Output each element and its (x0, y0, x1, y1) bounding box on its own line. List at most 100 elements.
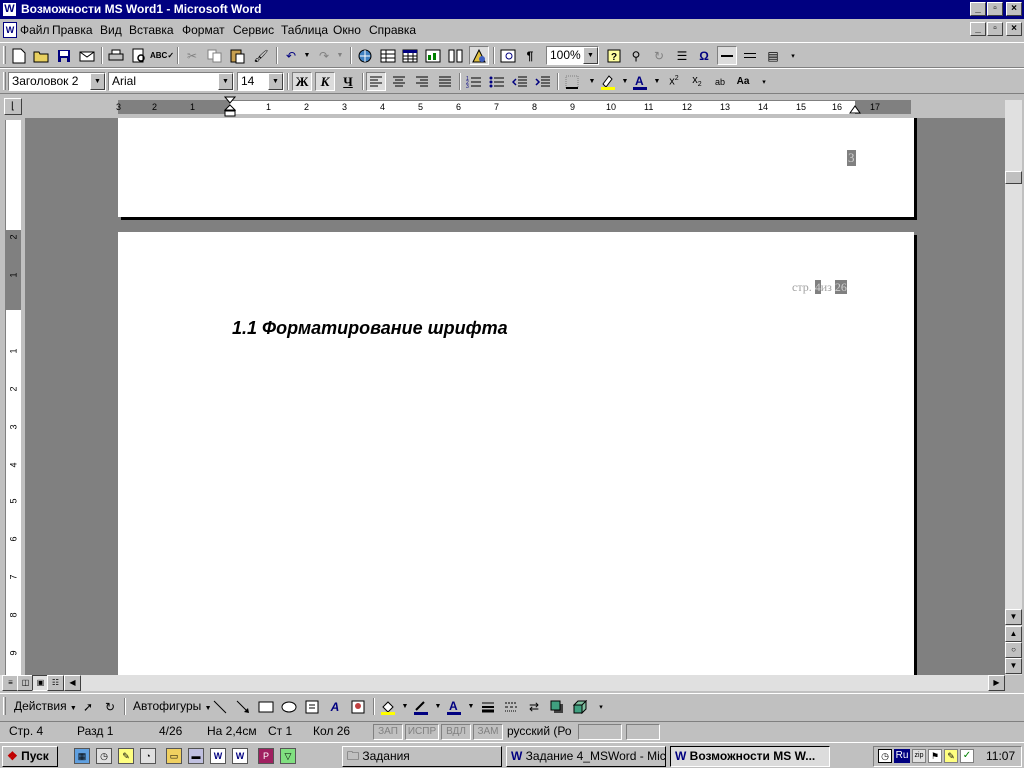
outline-view-icon[interactable]: ☷ (47, 675, 64, 691)
scroll-left-arrow-icon[interactable]: ◀ (64, 675, 81, 691)
web-hyperlink-icon[interactable] (355, 46, 375, 65)
menu-insert[interactable]: Вставка (129, 23, 174, 37)
shadow-icon[interactable] (547, 697, 567, 716)
scroll-down-arrow-icon[interactable]: ▼ (1005, 609, 1022, 625)
bold-button[interactable]: Ж (292, 72, 312, 91)
restore-button[interactable]: ▫ (987, 2, 1003, 16)
insert-rows-icon[interactable]: ☰ (672, 46, 692, 65)
quicklaunch-clock-icon[interactable]: ◷ (96, 748, 112, 764)
align-right-icon[interactable] (412, 72, 432, 91)
word-app-icon[interactable]: W (2, 2, 17, 17)
select-objects-icon[interactable]: ➚ (78, 697, 98, 716)
font-select[interactable]: Arial ▼ (108, 72, 234, 91)
menu-format[interactable]: Формат (182, 23, 225, 37)
double-line-icon[interactable] (740, 46, 760, 65)
title-bar[interactable]: W Возможности MS Word1 - Microsoft Word … (0, 0, 1024, 19)
tray-edit-icon[interactable]: ✎ (944, 749, 958, 763)
rectangle-tool-icon[interactable] (256, 697, 276, 716)
line-tool-icon[interactable] (210, 697, 230, 716)
free-rotate-icon[interactable]: ↻ (100, 697, 120, 716)
numbered-list-icon[interactable]: 123 (464, 72, 484, 91)
copy-icon[interactable] (205, 46, 225, 65)
menu-edit[interactable]: Правка (52, 23, 93, 37)
phonetic-guide-icon[interactable]: ab (710, 72, 730, 91)
menu-file[interactable]: Файл (20, 23, 50, 37)
vertical-ruler[interactable]: 2 1 1 2 3 4 5 6 7 8 9 (5, 120, 21, 676)
quicklaunch-desktop-icon[interactable]: ▦ (74, 748, 90, 764)
indent-marker-icon[interactable] (224, 96, 236, 118)
tab-selector-icon[interactable]: ⌊ (4, 98, 22, 115)
paste-icon[interactable] (228, 46, 248, 65)
menu-help[interactable]: Справка (369, 23, 416, 37)
chevron-down-icon[interactable]: ▼ (218, 73, 233, 90)
scroll-right-arrow-icon[interactable]: ▶ (988, 675, 1005, 691)
quicklaunch-filter-icon[interactable]: ▽ (280, 748, 296, 764)
current-page[interactable]: стр. 4из 26 1.1 Форматирование шрифта (118, 232, 914, 675)
toolbar-options-icon[interactable]: ▾ (783, 46, 803, 65)
start-button[interactable]: ❖ Пуск (2, 746, 58, 767)
quicklaunch-powerpoint-icon[interactable]: P (258, 748, 274, 764)
task-folder[interactable]: 🗀 Задания (342, 746, 502, 767)
print-preview-icon[interactable] (129, 46, 149, 65)
tables-borders-icon[interactable] (378, 46, 398, 65)
chevron-down-icon[interactable]: ▼ (583, 47, 598, 64)
tray-clock-icon[interactable]: ◷ (878, 749, 892, 763)
menu-tools[interactable]: Сервис (233, 23, 274, 37)
quicklaunch-word-icon[interactable]: W (210, 748, 226, 764)
save-icon[interactable] (54, 46, 74, 65)
text-box-icon[interactable] (302, 697, 322, 716)
actions-menu[interactable]: Действия ▼ (14, 699, 77, 713)
insert-table-icon[interactable] (400, 46, 420, 65)
clock[interactable]: 11:07 (986, 749, 1015, 763)
drawing-toggle-icon[interactable] (469, 46, 489, 65)
repeat-icon[interactable]: ↻ (649, 46, 669, 65)
autoshapes-menu[interactable]: Автофигуры ▼ (133, 699, 212, 713)
close-button[interactable]: × (1006, 2, 1022, 16)
align-center-icon[interactable] (389, 72, 409, 91)
align-left-icon[interactable] (366, 72, 386, 91)
font-size-select[interactable]: 14 ▼ (237, 72, 284, 91)
task-word-assignment[interactable]: W Задание 4_MSWord - Mic... (506, 746, 666, 767)
doc-restore-button[interactable]: ▫ (987, 22, 1003, 36)
print-icon[interactable] (106, 46, 126, 65)
list-columns-icon[interactable]: ▤ (763, 46, 783, 65)
cut-icon[interactable]: ✂ (182, 46, 202, 65)
increase-indent-icon[interactable] (533, 72, 553, 91)
previous-page[interactable]: 3 (118, 118, 914, 217)
decrease-indent-icon[interactable] (510, 72, 530, 91)
insert-excel-icon[interactable] (423, 46, 443, 65)
wordart-icon[interactable]: A (325, 697, 345, 716)
new-document-icon[interactable] (9, 46, 29, 65)
document-icon[interactable]: W (3, 22, 17, 38)
oval-tool-icon[interactable] (279, 697, 299, 716)
toolbar-grip[interactable] (3, 72, 6, 90)
style-select[interactable]: Заголовок 2 ▼ (8, 72, 106, 91)
document-map-icon[interactable] (498, 46, 518, 65)
justify-icon[interactable] (435, 72, 455, 91)
menu-view[interactable]: Вид (100, 23, 122, 37)
right-indent-marker-icon[interactable] (849, 104, 861, 114)
help-icon[interactable]: ? (604, 46, 624, 65)
find-binoculars-icon[interactable]: ⚲ (626, 46, 646, 65)
insert-clipart-icon[interactable] (348, 697, 368, 716)
spelling-icon[interactable]: ABC✓ (150, 46, 174, 65)
3d-icon[interactable] (570, 697, 590, 716)
bullet-list-icon[interactable] (487, 72, 507, 91)
line-style-icon[interactable] (478, 697, 498, 716)
horizontal-ruler[interactable]: 3 2 1 1 2 3 4 5 6 7 8 9 10 11 12 13 14 1… (116, 96, 911, 117)
quicklaunch-pencil-icon[interactable]: ✎ (118, 748, 134, 764)
borders-icon[interactable] (562, 72, 582, 91)
quicklaunch-word-doc-icon[interactable]: W (232, 748, 248, 764)
symbol-omega-icon[interactable]: Ω (694, 46, 714, 65)
document-workspace[interactable]: 3 стр. 4из 26 1.1 Форматирование шрифта (25, 118, 1005, 675)
change-case-icon[interactable]: Aa (733, 72, 753, 91)
zoom-select[interactable]: 100% ▼ (546, 46, 599, 65)
arrow-style-icon[interactable]: ⇄ (524, 697, 544, 716)
columns-icon[interactable] (446, 46, 466, 65)
chevron-down-icon[interactable]: ▼ (268, 73, 283, 90)
format-painter-icon[interactable]: 🖌 (251, 46, 271, 65)
subscript-icon[interactable]: x2 (687, 72, 707, 91)
task-word-active[interactable]: W Возможности MS W... (670, 746, 830, 767)
previous-page-icon[interactable]: ▲ (1005, 626, 1022, 642)
italic-button[interactable]: К (315, 72, 335, 91)
